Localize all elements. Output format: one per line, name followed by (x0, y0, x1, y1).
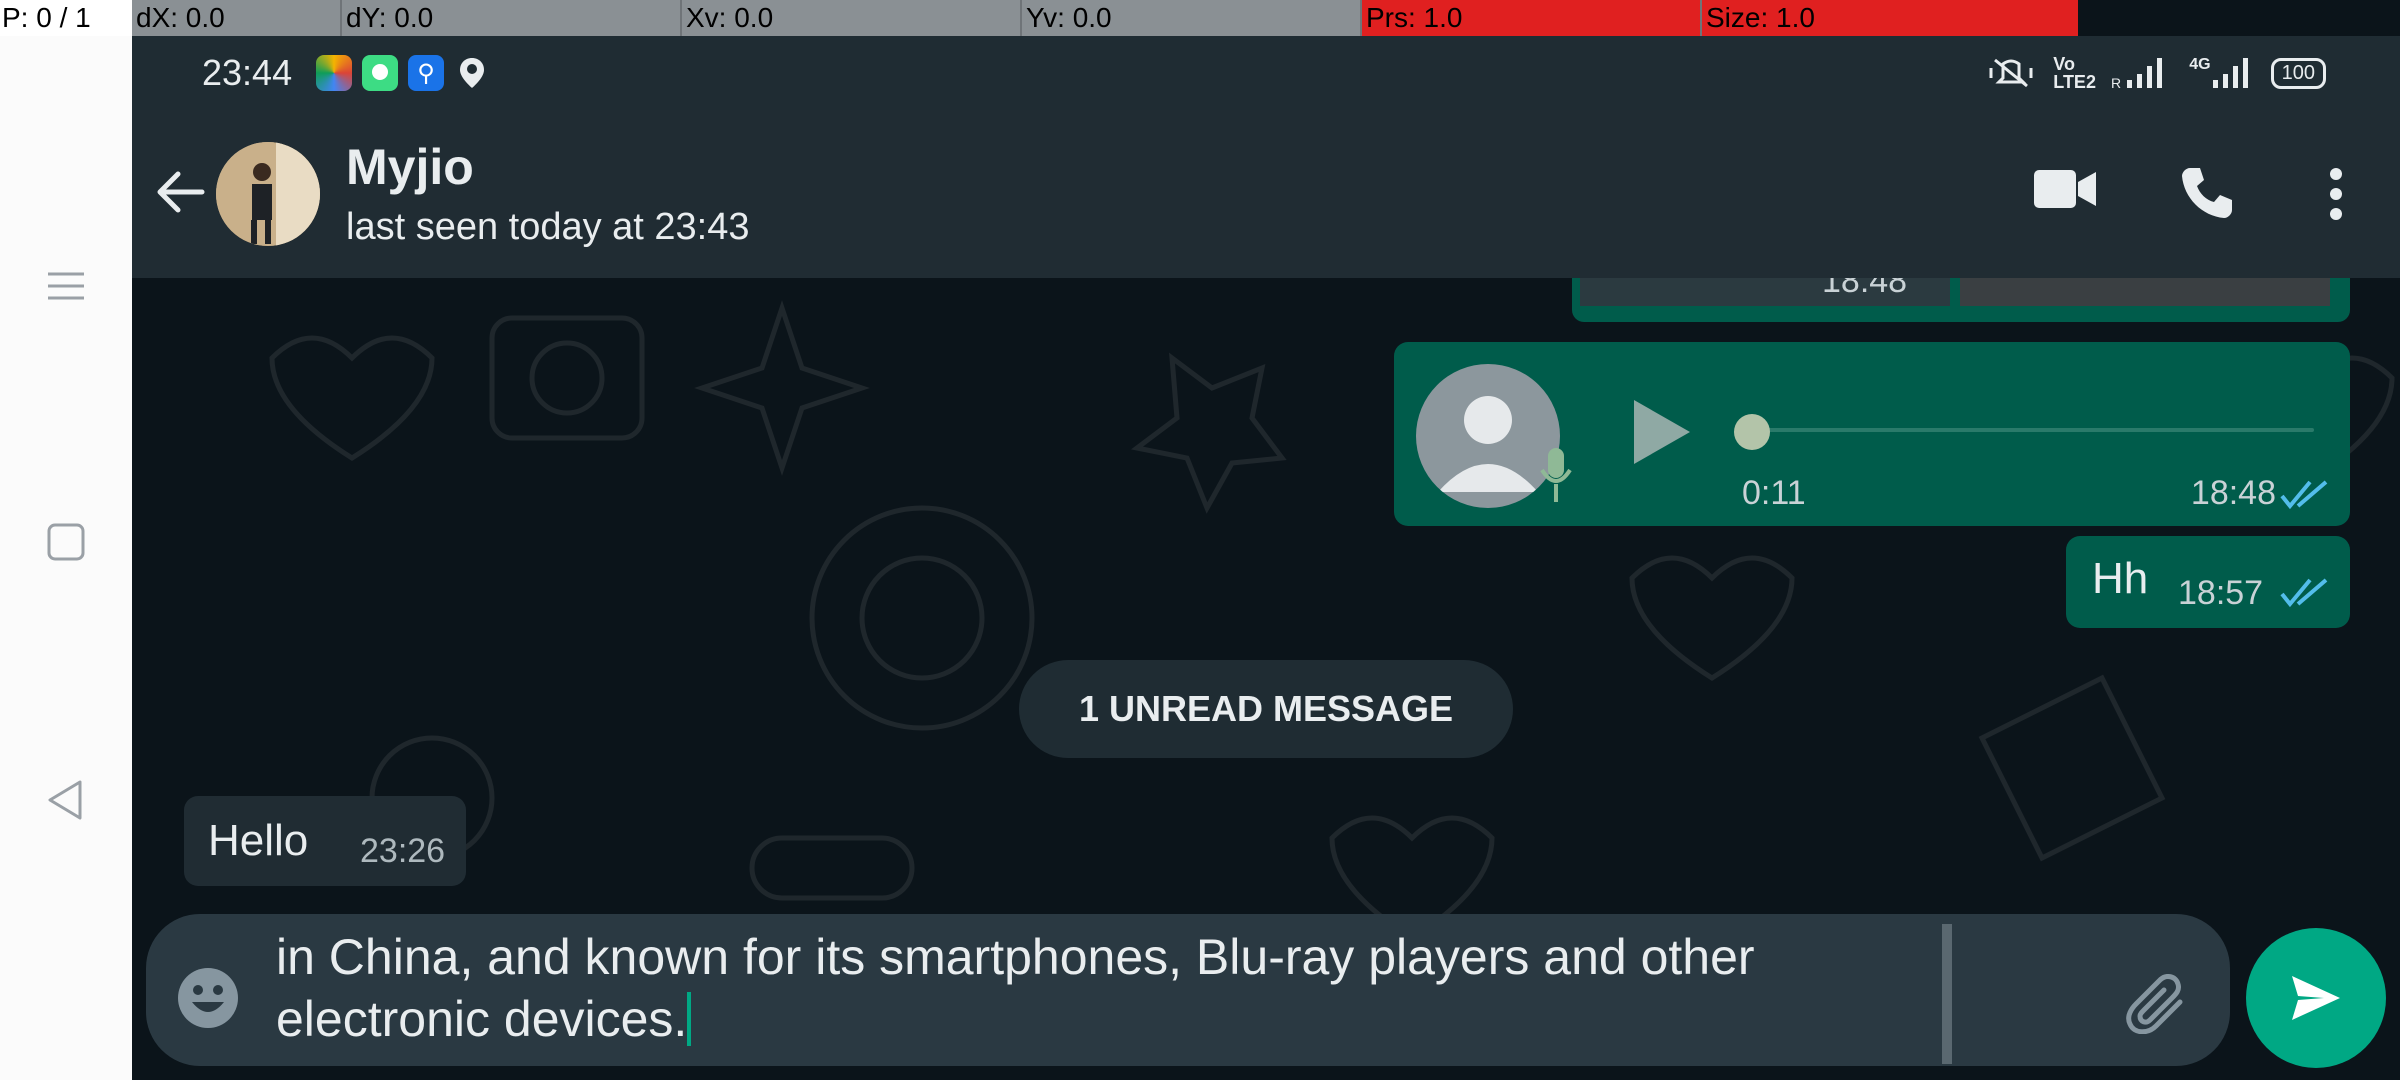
delta-x: dX: 0.0 (132, 0, 340, 36)
play-icon[interactable] (1630, 396, 1694, 473)
read-receipt-icon (2280, 480, 2328, 510)
back-nav-icon[interactable] (44, 778, 88, 822)
message-input-line-2: electronic devices. (276, 991, 688, 1047)
signal-strength-icon-sim2 (2212, 58, 2248, 88)
last-seen-status: last seen today at 23:43 (346, 206, 750, 248)
message-input-line-1: in China, and known for its smartphones,… (276, 929, 1755, 985)
pointer-count: P: 0 / 1 (0, 0, 132, 36)
svg-text:R: R (2111, 75, 2121, 90)
silent-mode-icon (1989, 58, 2033, 88)
voice-duration: 0:11 (1742, 474, 1806, 512)
audio-seek-handle[interactable] (1734, 414, 1770, 450)
message-time: 18:48 (1822, 278, 1908, 300)
read-receipt-icon (2280, 578, 2328, 608)
contact-name[interactable]: Myjio (346, 138, 474, 196)
location-icon (454, 55, 490, 91)
send-icon (2292, 976, 2340, 1020)
pointer-debug-bar: P: 0 / 1 dX: 0.0 dY: 0.0 Xv: 0.0 Yv: 0.0… (0, 0, 2400, 36)
video-call-icon[interactable] (2032, 166, 2098, 217)
outgoing-message-bubble[interactable]: Hh 18:57 (2066, 536, 2350, 628)
attach-icon[interactable] (2126, 974, 2190, 1039)
usb-icon: ⚲ (408, 55, 445, 91)
velocity-x: Xv: 0.0 (680, 0, 1020, 36)
home-icon[interactable] (44, 520, 88, 564)
touch-size: Size: 1.0 (1700, 0, 2078, 36)
status-bar: 23:44 ⚲ Vo LTE2 R 4G 100 (132, 36, 2400, 110)
message-time: 18:57 (2178, 574, 2264, 612)
message-time: 18:48 (2190, 474, 2276, 512)
network-type: 4G (2189, 56, 2211, 73)
input-scrollbar[interactable] (1942, 924, 1952, 1064)
menu-icon[interactable] (44, 264, 88, 308)
message-icon (362, 55, 399, 91)
volte-indicator: Vo LTE2 (2053, 54, 2096, 92)
delta-y: dY: 0.0 (340, 0, 680, 36)
text-cursor (687, 992, 692, 1046)
more-options-icon[interactable] (2328, 168, 2344, 225)
signal-strength-icon-sim1: R (2111, 58, 2163, 90)
send-button[interactable] (2246, 928, 2386, 1068)
emoji-icon[interactable] (176, 966, 240, 1035)
audio-progress-track[interactable] (1744, 428, 2314, 432)
incoming-message-bubble[interactable]: Hello 23:26 (184, 796, 466, 886)
voice-message-bubble[interactable]: 0:11 18:48 (1394, 342, 2350, 526)
message-time: 23:26 (360, 832, 446, 870)
system-navigation-bar (0, 36, 132, 1080)
microphone-icon (1540, 448, 1572, 502)
pressure: Prs: 1.0 (1360, 0, 1700, 36)
chat-header: Myjio last seen today at 23:43 (132, 110, 2400, 278)
message-text: Hh (2092, 554, 2149, 603)
screenshot-thumbnail[interactable] (1960, 278, 2330, 306)
contact-avatar[interactable] (216, 142, 320, 246)
back-arrow-icon[interactable] (152, 164, 208, 220)
photos-icon (316, 55, 353, 91)
status-time: 23:44 (202, 52, 293, 93)
media-message-bubble[interactable]: 18:48 (1572, 278, 2350, 322)
message-input[interactable]: in China, and known for its smartphones,… (276, 926, 2076, 1050)
unread-messages-divider: 1 UNREAD MESSAGE (1019, 660, 1513, 758)
velocity-y: Yv: 0.0 (1020, 0, 1360, 36)
message-composer[interactable]: in China, and known for its smartphones,… (146, 914, 2230, 1066)
battery-icon: 100 (2270, 57, 2326, 89)
message-text: Hello (208, 816, 309, 865)
phone-icon[interactable] (2178, 164, 2234, 225)
